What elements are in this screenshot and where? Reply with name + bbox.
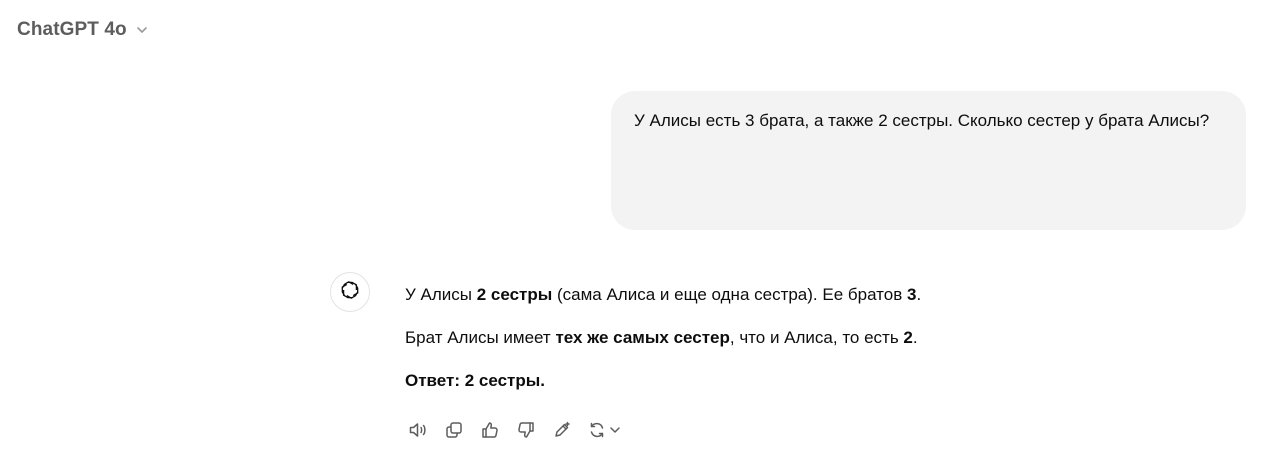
model-name: ChatGPT 4o <box>17 19 127 40</box>
assistant-avatar <box>330 272 370 312</box>
read-aloud-icon <box>409 423 426 437</box>
copy-icon <box>446 422 462 438</box>
edit-in-canvas-button[interactable] <box>548 416 576 444</box>
chevron-down-icon <box>609 427 620 433</box>
bold-text: 2 сестры <box>476 285 553 304</box>
message-actions <box>404 416 624 444</box>
assistant-message: У Алисы 2 сестры (сама Алиса и еще одна … <box>405 280 1225 409</box>
thumbs-up-icon <box>482 422 498 438</box>
user-message-bubble: У Алисы есть 3 брата, а также 2 сестры. … <box>611 91 1246 230</box>
bold-text: тех же самых сестер <box>555 328 730 347</box>
edit-icon <box>555 421 570 437</box>
thumbs-down-icon <box>518 422 534 438</box>
text-run: , что и Алиса, то есть <box>729 328 904 347</box>
assistant-paragraph: Брат Алисы имеет тех же самых сестер, чт… <box>405 323 1225 352</box>
text-run: (сама Алиса и еще одна сестра). Ее брато… <box>552 285 907 304</box>
regenerate-icon <box>590 422 603 438</box>
regenerate-button[interactable] <box>584 416 624 444</box>
bold-text: Ответ: 2 сестры. <box>405 371 545 390</box>
copy-button[interactable] <box>440 416 468 444</box>
openai-logo-icon <box>338 278 362 307</box>
bad-response-button[interactable] <box>512 416 540 444</box>
read-aloud-button[interactable] <box>404 416 432 444</box>
model-selector[interactable]: ChatGPT 4o <box>17 14 149 46</box>
user-message-text: У Алисы есть 3 брата, а также 2 сестры. … <box>634 111 1210 130</box>
assistant-paragraph: У Алисы 2 сестры (сама Алиса и еще одна … <box>405 280 1225 309</box>
chevron-down-icon <box>135 23 149 37</box>
bold-text: 2 <box>903 328 913 347</box>
good-response-button[interactable] <box>476 416 504 444</box>
text-run: У Алисы <box>405 285 477 304</box>
text-run: Брат Алисы имеет <box>405 328 556 347</box>
assistant-answer: Ответ: 2 сестры. <box>405 366 1225 395</box>
chat-page: ChatGPT 4o У Алисы есть 3 брата, а также… <box>0 0 1269 469</box>
text-run: . <box>916 285 922 304</box>
text-run: . <box>912 328 918 347</box>
